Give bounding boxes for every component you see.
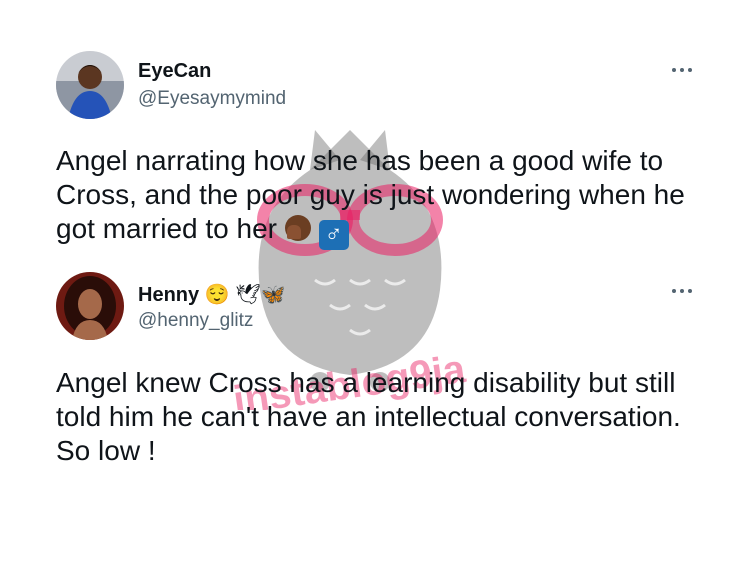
avatar-henny[interactable] [56,272,124,340]
more-options-icon[interactable] [672,286,700,296]
display-name[interactable]: EyeCan [138,60,211,83]
user-handle[interactable]: @Eyesaymymind [138,88,286,110]
tweet-text: Angel narrating how she has been a good … [56,144,716,250]
more-options-icon[interactable] [672,65,700,75]
avatar-henny-image [56,272,124,340]
facepalm-emoji [284,215,311,241]
tweet-text: Angel knew Cross has a learning disabili… [56,367,681,466]
male-sign-emoji: ♂ [318,220,349,250]
tweet-text-body: Angel narrating how she has been a good … [56,145,685,244]
name-emojis: 😌 🕊🦋 [204,284,286,306]
display-name-text: Henny [138,284,200,306]
user-handle[interactable]: @henny_glitz [138,310,253,332]
avatar-eyecan-image [56,51,124,119]
avatar-eyecan[interactable] [56,51,124,119]
display-name[interactable]: Henny 😌 🕊🦋 [138,282,285,307]
